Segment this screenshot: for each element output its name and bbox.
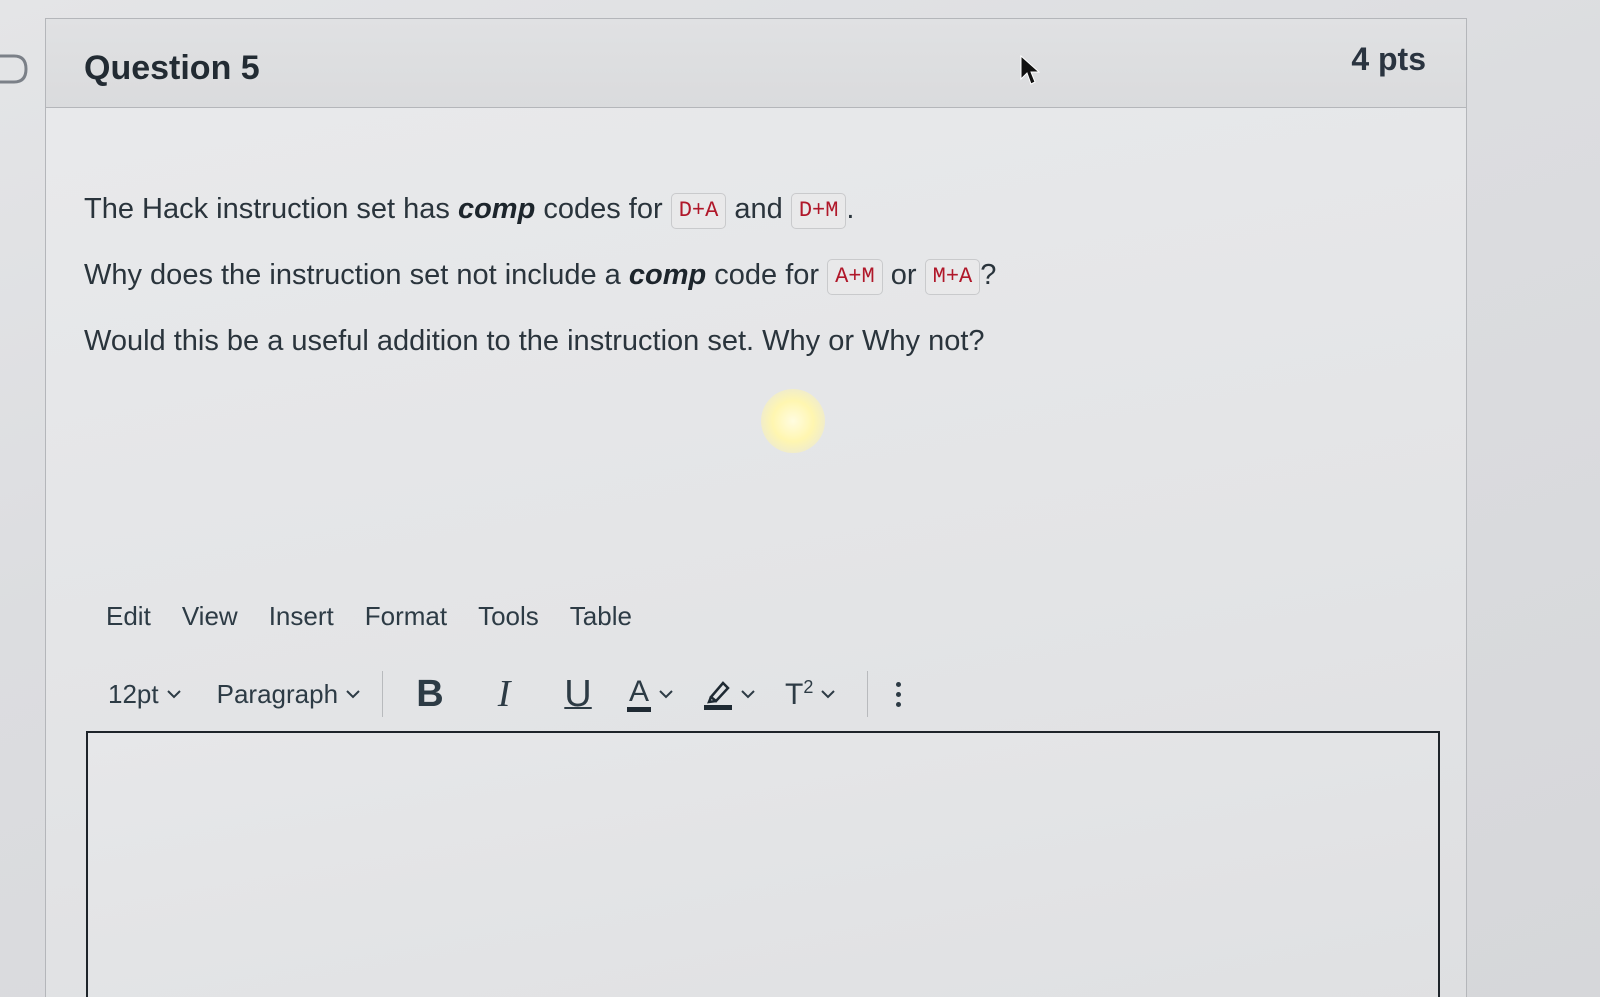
code-d-plus-a: D+A (670, 193, 727, 229)
line2-emphasis: comp (628, 259, 707, 291)
highlighter-icon (704, 681, 733, 710)
block-format-value: Paragraph (216, 678, 339, 709)
underline-button[interactable]: U (553, 669, 603, 719)
line2-middle: code for (706, 259, 828, 291)
italic-button[interactable]: I (479, 669, 529, 719)
superscript-exp: 2 (803, 676, 814, 697)
line2-joiner: or (882, 259, 925, 291)
chevron-down-icon (741, 690, 755, 699)
superscript-button[interactable]: T2 (785, 677, 836, 712)
line2-suffix: ? (980, 259, 997, 291)
code-d-plus-m: D+M (790, 193, 847, 229)
font-color-button[interactable]: A (627, 676, 673, 712)
line1-emphasis: comp (457, 193, 536, 225)
editor-menubar: Edit View Insert Format Tools Table (106, 601, 663, 632)
more-vertical-icon[interactable] (896, 681, 902, 707)
answer-editor[interactable] (86, 731, 1440, 997)
menu-edit[interactable]: Edit (106, 601, 151, 632)
question-title: Question 5 (84, 49, 260, 87)
font-size-select[interactable]: 12pt (108, 679, 181, 710)
flag-question-icon[interactable] (0, 52, 28, 86)
mouse-pointer-icon (1020, 55, 1040, 85)
menu-tools[interactable]: Tools (478, 601, 539, 632)
toolbar-separator (867, 671, 869, 717)
question-line-1: The Hack instruction set has comp codes … (84, 187, 996, 253)
chevron-down-icon (346, 690, 360, 699)
chevron-down-icon (166, 690, 181, 699)
superscript-icon: T2 (785, 677, 813, 712)
highlight-color-button[interactable] (703, 677, 755, 711)
menu-format[interactable]: Format (365, 601, 447, 632)
font-size-value: 12pt (108, 678, 159, 709)
line1-suffix: . (846, 193, 855, 225)
chevron-down-icon (659, 690, 673, 699)
question-line-3: Would this be a useful addition to the i… (84, 325, 985, 357)
editor-toolbar: 12pt Paragraph B I U A T2 (108, 664, 902, 724)
superscript-base: T (785, 677, 804, 711)
menu-insert[interactable]: Insert (269, 601, 334, 632)
line1-prefix: The Hack instruction set has (84, 193, 458, 225)
screen-glare (761, 389, 825, 453)
block-format-select[interactable]: Paragraph (217, 679, 360, 710)
code-m-plus-a: M+A (924, 259, 981, 295)
code-a-plus-m: A+M (827, 259, 883, 295)
bold-button[interactable]: B (405, 669, 455, 719)
question-line-2: Why does the instruction set not include… (84, 253, 996, 319)
question-text: The Hack instruction set has comp codes … (84, 187, 996, 385)
toolbar-separator (382, 671, 384, 717)
line1-middle: codes for (535, 193, 671, 225)
quiz-page: Question 5 4 pts The Hack instruction se… (0, 0, 1600, 997)
question-header: Question 5 4 pts (46, 19, 1466, 108)
question-points: 4 pts (1351, 41, 1426, 77)
chevron-down-icon (821, 690, 836, 699)
font-color-icon: A (627, 676, 652, 712)
menu-table[interactable]: Table (570, 601, 632, 632)
question-card: Question 5 4 pts The Hack instruction se… (45, 18, 1467, 997)
menu-view[interactable]: View (182, 601, 238, 632)
line2-prefix: Why does the instruction set not include… (84, 259, 629, 291)
line1-joiner: and (726, 193, 791, 225)
